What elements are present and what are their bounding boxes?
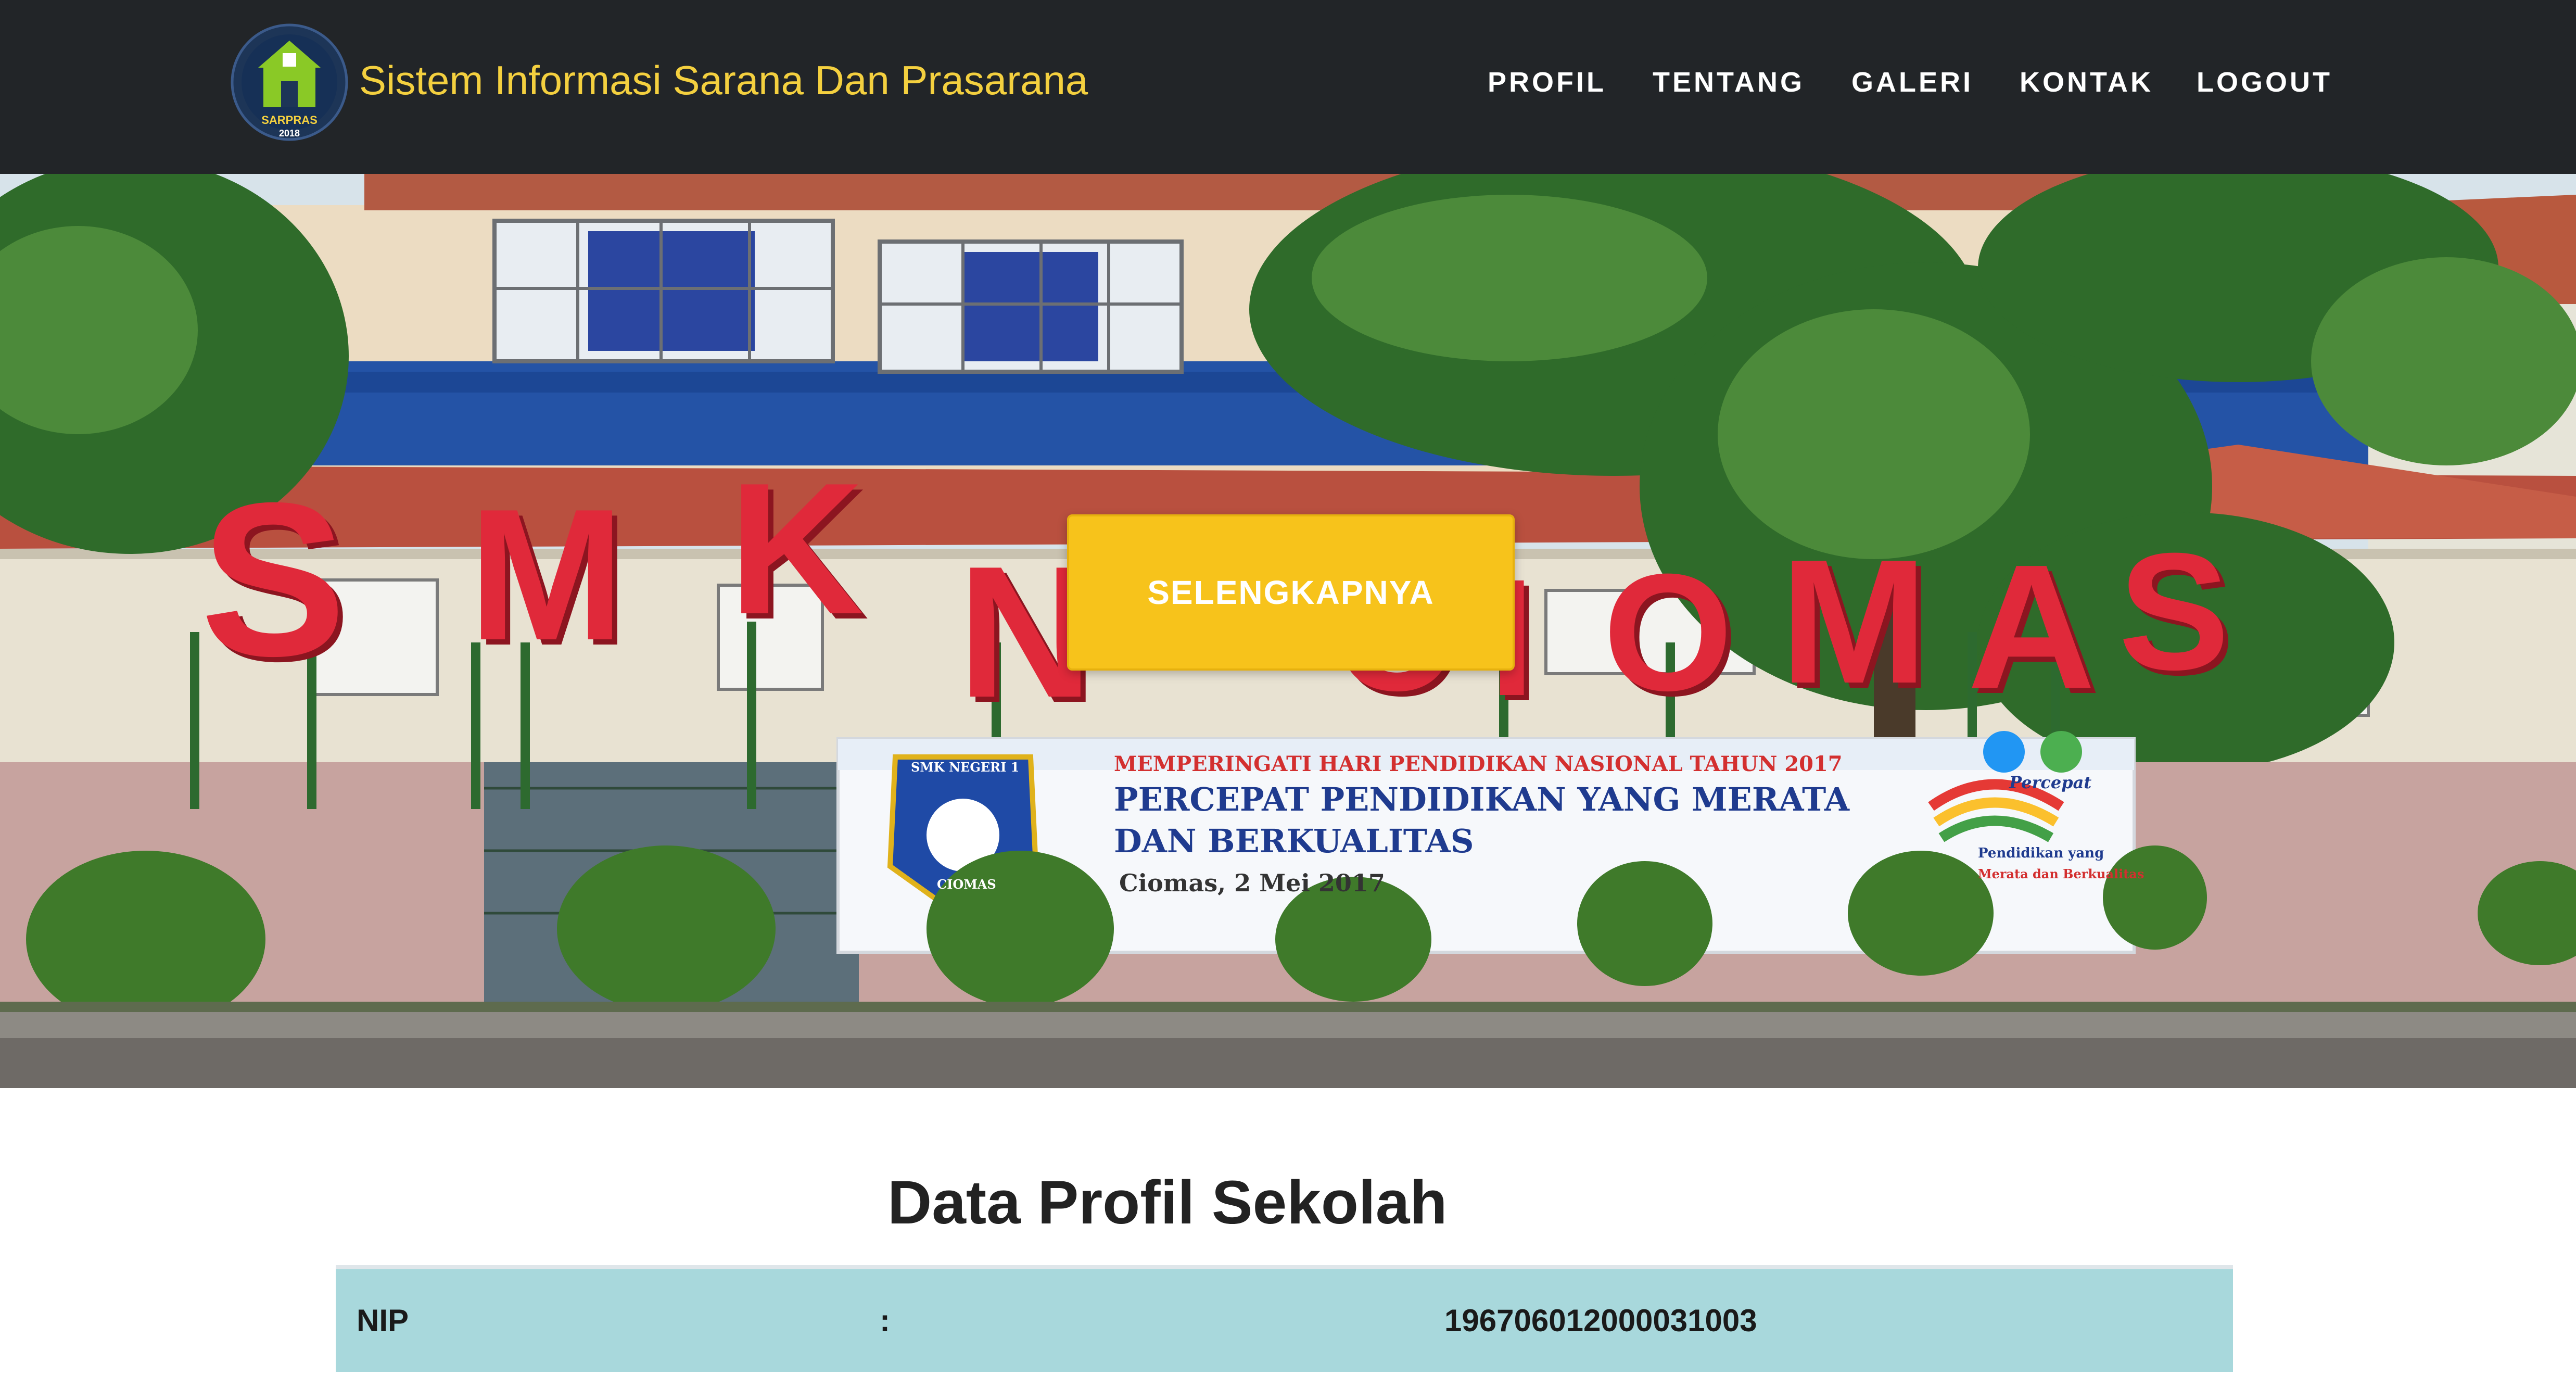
hero-banner: S M K N C I O M A S MEMPERINGATI HARI PE… [0,174,2576,1088]
banner-slogan2: Pendidikan yang [1978,845,2104,861]
sarpras-logo-icon[interactable]: SARPRAS 2018 [229,20,350,150]
banner-line3: DAN BERKUALITAS [1114,822,1474,860]
svg-text:SARPRAS: SARPRAS [261,113,318,127]
row-separator: : [880,1303,890,1338]
nav-item-profil[interactable]: PROFIL [1488,61,1606,103]
sign-letter: S [200,458,347,702]
nav-item-galeri[interactable]: GALERI [1851,61,1973,103]
sign-letter: O [1603,539,1733,725]
nav-item-logout[interactable]: LOGOUT [2197,61,2332,103]
section-title: Data Profil Sekolah [887,1168,1448,1237]
banner-line4: Ciomas, 2 Mei 2017 [1119,869,1385,897]
svg-text:2018: 2018 [279,128,300,138]
top-navbar: SARPRAS 2018 Sistem Informasi Sarana Dan… [0,0,2576,174]
banner-badge-top: SMK NEGERI 1 [911,760,1020,775]
banner-slogan3: Merata dan Berkualitas [1978,866,2144,881]
nav-item-kontak[interactable]: KONTAK [2020,61,2153,103]
table-row: NIP : 196706012000031003 [336,1269,2233,1372]
nav-item-tentang[interactable]: TENTANG [1653,61,1805,103]
selengkapnya-button[interactable]: SELENGKAPNYA [1067,514,1515,671]
banner-line2: PERCEPAT PENDIDIKAN YANG MERATA [1114,780,1849,818]
row-value: 196706012000031003 [1444,1303,1757,1338]
row-label: NIP [357,1303,409,1338]
sign-letter: K [729,444,864,653]
sign-letter: M [468,470,625,679]
app-title[interactable]: Sistem Informasi Sarana Dan Prasarana [359,54,1088,106]
sign-letter: M [1780,523,1928,721]
banner-slogan1: Percepat [2009,773,2092,792]
banner-line1: MEMPERINGATI HARI PENDIDIKAN NASIONAL TA… [1114,752,1843,776]
sign-letter: S [2118,518,2230,704]
banner-badge-bottom: CIOMAS [937,877,996,892]
sign-letter: A [1968,528,2096,726]
profile-table: NIP : 196706012000031003 [336,1265,2233,1372]
